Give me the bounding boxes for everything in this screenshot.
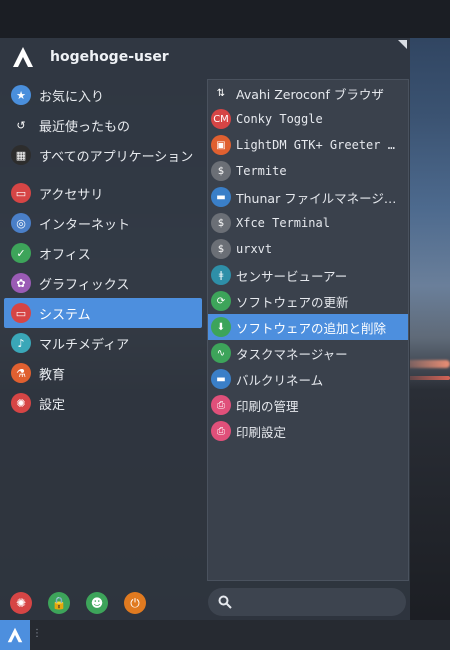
arch-logo-icon bbox=[13, 47, 33, 67]
category-item[interactable]: ★ お気に入り bbox=[4, 80, 202, 110]
category-item[interactable]: ▭ システム bbox=[4, 298, 202, 328]
app-label: Avahi Zeroconf ブラウザ bbox=[236, 86, 384, 102]
settings-icon: ✺ bbox=[11, 393, 31, 413]
app-item[interactable]: ǂ センサービューアー bbox=[208, 262, 408, 288]
start-menu-button[interactable] bbox=[0, 620, 30, 650]
category-item[interactable]: ✿ グラフィックス bbox=[4, 268, 202, 298]
category-label: システム bbox=[39, 307, 91, 323]
category-label: アクセサリ bbox=[39, 187, 104, 203]
category-item[interactable]: ▦ すべてのアプリケーション bbox=[4, 140, 202, 170]
app-label: LightDM GTK+ Greeter … bbox=[236, 138, 395, 152]
app-item[interactable]: $ urxvt bbox=[208, 236, 408, 262]
category-item[interactable]: ♪ マルチメディア bbox=[4, 328, 202, 358]
app-label: 印刷の管理 bbox=[236, 398, 299, 414]
graphics-icon: ✿ bbox=[11, 273, 31, 293]
avahi-icon: ⇅ bbox=[216, 87, 226, 99]
category-item[interactable]: ↺ 最近使ったもの bbox=[4, 110, 202, 140]
logout-icon[interactable]: ⏻ bbox=[124, 592, 146, 614]
bulk-rename-icon: ▬ bbox=[211, 369, 231, 389]
app-item[interactable]: ⬇ ソフトウェアの追加と削除 bbox=[208, 314, 408, 340]
category-item[interactable]: ⚗ 教育 bbox=[4, 358, 202, 388]
app-label: Thunar ファイルマネージ… bbox=[236, 190, 397, 206]
printer-icon: ⎙ bbox=[211, 421, 231, 441]
all-apps-icon: ▦ bbox=[11, 145, 31, 165]
app-item[interactable]: ⎙ 印刷設定 bbox=[208, 418, 408, 444]
terminal-icon: $ bbox=[211, 161, 231, 181]
app-item[interactable]: $ Xfce Terminal bbox=[208, 210, 408, 236]
search-input[interactable] bbox=[238, 594, 402, 610]
category-label: マルチメディア bbox=[39, 337, 130, 353]
lightdm-icon: ▣ bbox=[211, 135, 231, 155]
internet-icon: ◎ bbox=[11, 213, 31, 233]
app-label: ソフトウェアの追加と削除 bbox=[236, 320, 387, 336]
category-item[interactable]: ◎ インターネット bbox=[4, 208, 202, 238]
system-icon: ▭ bbox=[11, 303, 31, 323]
application-list: ⇅ Avahi Zeroconf ブラウザ CM Conky Toggle ▣ Light… bbox=[207, 79, 409, 581]
terminal-icon: $ bbox=[211, 213, 231, 233]
accessories-icon: ▭ bbox=[11, 183, 31, 203]
app-label: バルクリネーム bbox=[236, 372, 324, 388]
menu-header: hogehoge-user bbox=[0, 38, 410, 76]
software-install-icon: ⬇ bbox=[211, 317, 231, 337]
sensor-icon: ǂ bbox=[211, 265, 231, 285]
taskbar-grip-icon[interactable]: ⋮ bbox=[32, 628, 42, 639]
app-item[interactable]: ⟳ ソフトウェアの更新 bbox=[208, 288, 408, 314]
search-icon bbox=[218, 595, 232, 609]
switch-user-icon[interactable]: ☻ bbox=[86, 592, 108, 614]
update-icon: ⟳ bbox=[211, 291, 231, 311]
app-item[interactable]: ⇅ Avahi Zeroconf ブラウザ bbox=[208, 80, 408, 106]
app-label: Conky Toggle bbox=[236, 112, 323, 126]
multimedia-icon: ♪ bbox=[11, 333, 31, 353]
category-label: グラフィックス bbox=[39, 277, 130, 293]
office-icon: ✓ bbox=[11, 243, 31, 263]
app-label: Xfce Terminal bbox=[236, 216, 330, 230]
taskbar bbox=[0, 620, 450, 650]
category-label: 設定 bbox=[39, 397, 66, 413]
category-item[interactable]: ▭ アクセサリ bbox=[4, 178, 202, 208]
username-label: hogehoge-user bbox=[50, 49, 169, 65]
history-icon: ↺ bbox=[16, 118, 26, 132]
app-item[interactable]: ▬ Thunar ファイルマネージ… bbox=[208, 184, 408, 210]
app-item[interactable]: ⎙ 印刷の管理 bbox=[208, 392, 408, 418]
app-item[interactable]: ∿ タスクマネージャー bbox=[208, 340, 408, 366]
category-item[interactable]: ✺ 設定 bbox=[4, 388, 202, 418]
category-label: 最近使ったもの bbox=[39, 119, 131, 135]
category-label: オフィス bbox=[39, 247, 91, 263]
terminal-icon: $ bbox=[211, 239, 231, 259]
category-separator bbox=[4, 170, 202, 178]
task-manager-icon: ∿ bbox=[211, 343, 231, 363]
category-label: お気に入り bbox=[39, 89, 105, 105]
app-label: センサービューアー bbox=[236, 268, 348, 284]
app-label: ソフトウェアの更新 bbox=[236, 294, 349, 310]
app-item[interactable]: $ Termite bbox=[208, 158, 408, 184]
category-label: インターネット bbox=[39, 217, 131, 233]
app-label: 印刷設定 bbox=[236, 424, 287, 440]
app-label: タスクマネージャー bbox=[236, 346, 348, 362]
category-item[interactable]: ✓ オフィス bbox=[4, 238, 202, 268]
app-item[interactable]: ▬ バルクリネーム bbox=[208, 366, 408, 392]
lock-icon[interactable]: 🔒 bbox=[48, 592, 70, 614]
settings-icon[interactable]: ✺ bbox=[10, 592, 32, 614]
desktop-top-area bbox=[0, 0, 450, 38]
arch-logo-icon bbox=[7, 627, 23, 643]
education-icon: ⚗ bbox=[11, 363, 31, 383]
app-label: Termite bbox=[236, 164, 287, 178]
category-list: ★ お気に入り ↺ 最近使ったもの ▦ すべてのアプリケーション ▭ アクセサリ ◎ インターネッ… bbox=[4, 80, 202, 418]
category-label: すべてのアプリケーション bbox=[39, 149, 194, 165]
app-item[interactable]: CM Conky Toggle bbox=[208, 106, 408, 132]
app-label: urxvt bbox=[236, 242, 273, 256]
session-actions: ✺ 🔒 ☻ ⏻ bbox=[10, 592, 146, 614]
folder-star-icon: ★ bbox=[11, 85, 31, 105]
app-item[interactable]: ▣ LightDM GTK+ Greeter … bbox=[208, 132, 408, 158]
category-label: 教育 bbox=[39, 367, 66, 383]
thunar-icon: ▬ bbox=[211, 187, 231, 207]
printer-icon: ⎙ bbox=[211, 395, 231, 415]
search-box[interactable] bbox=[208, 588, 406, 616]
conky-icon: CM bbox=[211, 109, 231, 129]
